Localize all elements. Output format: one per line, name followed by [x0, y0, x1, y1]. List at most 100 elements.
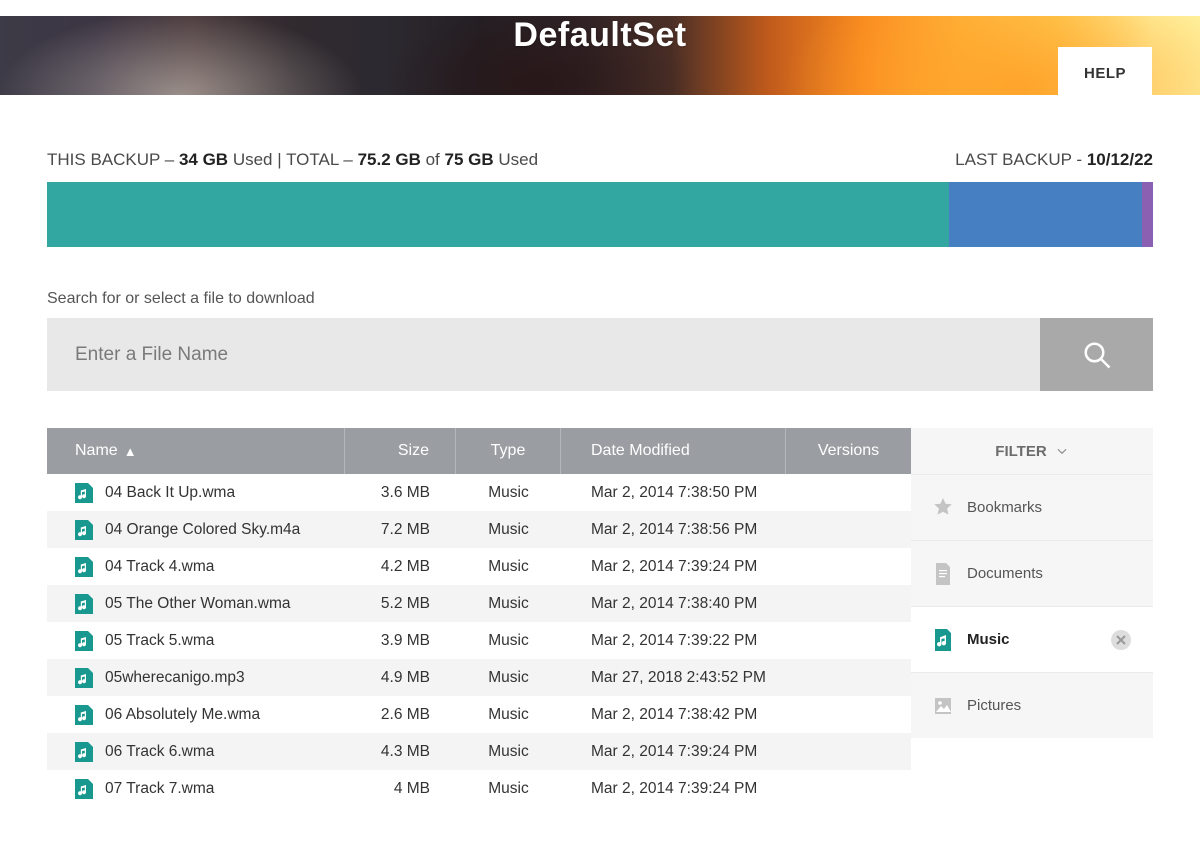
cell-name: 04 Orange Colored Sky.m4a — [105, 521, 300, 539]
cell-date: Mar 27, 2018 2:43:52 PM — [561, 669, 786, 687]
cell-type: Music — [456, 484, 561, 502]
cell-name: 05 The Other Woman.wma — [105, 595, 291, 613]
filter-item-icon — [933, 695, 953, 717]
cell-type: Music — [456, 743, 561, 761]
filter-item-label: Pictures — [967, 697, 1021, 714]
cell-name: 06 Track 6.wma — [105, 743, 214, 761]
table-row[interactable]: 04 Orange Colored Sky.m4a 7.2 MB Music M… — [47, 511, 911, 548]
cell-size: 7.2 MB — [345, 521, 456, 539]
cell-type: Music — [456, 706, 561, 724]
last-backup-date: 10/12/22 — [1087, 150, 1153, 169]
cell-size: 5.2 MB — [345, 595, 456, 613]
usage-summary: THIS BACKUP – 34 GB Used | TOTAL – 75.2 … — [47, 150, 1153, 170]
filter-header-label: FILTER — [995, 443, 1046, 460]
usage-used-word-2: Used — [494, 150, 538, 169]
cell-type: Music — [456, 521, 561, 539]
usage-seg-rest — [1142, 182, 1153, 247]
hero-banner: DefaultSet HELP — [0, 16, 1200, 95]
cell-name: 07 Track 7.wma — [105, 780, 214, 798]
cell-date: Mar 2, 2014 7:39:24 PM — [561, 780, 786, 798]
col-header-date[interactable]: Date Modified — [561, 428, 786, 474]
filter-item-icon — [933, 629, 953, 651]
cell-name: 04 Track 4.wma — [105, 558, 214, 576]
music-file-icon — [75, 668, 93, 688]
filter-empty-space — [911, 738, 1153, 841]
usage-used-word: Used — [228, 150, 277, 169]
music-file-icon — [75, 631, 93, 651]
music-file-icon — [75, 779, 93, 799]
table-row[interactable]: 05 Track 5.wma 3.9 MB Music Mar 2, 2014 … — [47, 622, 911, 659]
close-icon — [1116, 635, 1126, 645]
usage-this-size: 34 GB — [179, 150, 228, 169]
cell-date: Mar 2, 2014 7:39:22 PM — [561, 632, 786, 650]
help-button[interactable]: HELP — [1058, 47, 1152, 99]
col-header-name[interactable]: Name▲ — [47, 428, 345, 474]
music-file-icon — [75, 742, 93, 762]
usage-total-used: 75.2 GB — [358, 150, 421, 169]
filter-item-label: Bookmarks — [967, 499, 1042, 516]
cell-name: 06 Absolutely Me.wma — [105, 706, 260, 724]
cell-type: Music — [456, 669, 561, 687]
table-row[interactable]: 05wherecanigo.mp3 4.9 MB Music Mar 27, 2… — [47, 659, 911, 696]
cell-date: Mar 2, 2014 7:39:24 PM — [561, 743, 786, 761]
cell-size: 4.2 MB — [345, 558, 456, 576]
cell-type: Music — [456, 558, 561, 576]
cell-size: 3.6 MB — [345, 484, 456, 502]
music-file-icon — [75, 557, 93, 577]
col-header-size[interactable]: Size — [345, 428, 456, 474]
cell-type: Music — [456, 780, 561, 798]
cell-date: Mar 2, 2014 7:38:56 PM — [561, 521, 786, 539]
music-file-icon — [75, 520, 93, 540]
cell-date: Mar 2, 2014 7:38:50 PM — [561, 484, 786, 502]
filter-remove-button[interactable] — [1111, 630, 1131, 650]
cell-date: Mar 2, 2014 7:38:42 PM — [561, 706, 786, 724]
search-button[interactable] — [1040, 318, 1153, 391]
filter-item-label: Music — [967, 631, 1010, 648]
usage-of-word: of — [421, 150, 445, 169]
table-row[interactable]: 07 Track 7.wma 4 MB Music Mar 2, 2014 7:… — [47, 770, 911, 807]
top-whitespace — [0, 0, 1200, 16]
cell-size: 4.3 MB — [345, 743, 456, 761]
cell-size: 2.6 MB — [345, 706, 456, 724]
filter-item-documents[interactable]: Documents — [911, 540, 1153, 606]
usage-bar — [47, 182, 1153, 247]
col-header-versions[interactable]: Versions — [786, 428, 911, 474]
table-row[interactable]: 04 Track 4.wma 4.2 MB Music Mar 2, 2014 … — [47, 548, 911, 585]
usage-seg-this — [47, 182, 949, 247]
filter-item-bookmarks[interactable]: Bookmarks — [911, 474, 1153, 540]
sort-asc-icon: ▲ — [124, 444, 137, 459]
music-file-icon — [75, 705, 93, 725]
usage-seg-other — [949, 182, 1141, 247]
filter-item-label: Documents — [967, 565, 1043, 582]
table-row[interactable]: 06 Track 6.wma 4.3 MB Music Mar 2, 2014 … — [47, 733, 911, 770]
table-row[interactable]: 04 Back It Up.wma 3.6 MB Music Mar 2, 20… — [47, 474, 911, 511]
filter-item-music[interactable]: Music — [911, 606, 1153, 672]
filter-header[interactable]: FILTER — [911, 428, 1153, 474]
filter-item-icon — [933, 497, 953, 519]
backup-set-title: DefaultSet — [0, 16, 1200, 55]
table-row[interactable]: 06 Absolutely Me.wma 2.6 MB Music Mar 2,… — [47, 696, 911, 733]
table-row[interactable]: 05 The Other Woman.wma 5.2 MB Music Mar … — [47, 585, 911, 622]
cell-name: 05 Track 5.wma — [105, 632, 214, 650]
usage-sep: | TOTAL – — [277, 150, 357, 169]
search-input[interactable] — [47, 318, 1040, 391]
chevron-down-icon — [1055, 444, 1069, 458]
usage-this-prefix: THIS BACKUP – — [47, 150, 179, 169]
col-header-type[interactable]: Type — [456, 428, 561, 474]
music-file-icon — [75, 594, 93, 614]
cell-size: 4.9 MB — [345, 669, 456, 687]
cell-size: 4 MB — [345, 780, 456, 798]
filter-panel: FILTER Bookmarks Documents Music Picture… — [911, 428, 1153, 841]
filter-item-pictures[interactable]: Pictures — [911, 672, 1153, 738]
cell-type: Music — [456, 632, 561, 650]
cell-date: Mar 2, 2014 7:38:40 PM — [561, 595, 786, 613]
cell-date: Mar 2, 2014 7:39:24 PM — [561, 558, 786, 576]
search-label: Search for or select a file to download — [47, 290, 1153, 308]
music-file-icon — [75, 483, 93, 503]
table-header-row: Name▲ Size Type Date Modified Versions — [47, 428, 911, 474]
cell-name: 04 Back It Up.wma — [105, 484, 235, 502]
cell-name: 05wherecanigo.mp3 — [105, 669, 245, 687]
usage-total-cap: 75 GB — [445, 150, 494, 169]
file-table: Name▲ Size Type Date Modified Versions 0… — [47, 428, 911, 841]
cell-size: 3.9 MB — [345, 632, 456, 650]
